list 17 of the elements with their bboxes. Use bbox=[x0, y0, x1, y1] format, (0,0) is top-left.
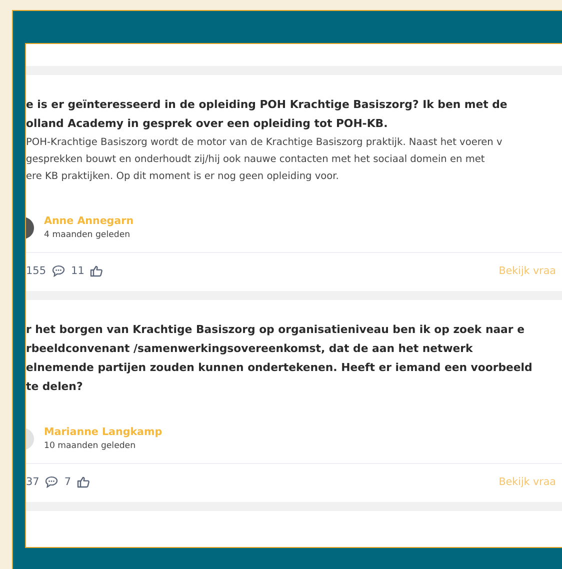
comment-count: 11 bbox=[71, 265, 84, 277]
thumbs-up-icon[interactable] bbox=[77, 476, 90, 488]
question-title: r het borgen van Krachtige Basiszorg op organisatieniveau ben ik op zoek naar e rbeeldconvenant /samenwerkingsovereenkomst, dat de aan het netwerk elnemende partijen zouden kunnen ondertekenen. Heeft er iemand een voorbeeld te delen? bbox=[26, 322, 534, 395]
view-count: 155 bbox=[26, 265, 46, 277]
question-title: e is er geïnteresseerd in de opleiding POH Krachtige Basiszorg? Ik ben met de olland Academy in gesprek over een opleiding tot POH-KB. bbox=[26, 97, 508, 132]
comment-count: 7 bbox=[64, 476, 72, 488]
view-question-link[interactable]: Bekijk vraa bbox=[498, 476, 556, 488]
view-question-link[interactable]: Bekijk vraa bbox=[498, 265, 556, 277]
post-time: 10 maanden geleden bbox=[44, 441, 137, 451]
comment-icon bbox=[45, 476, 58, 488]
view-count: 37 bbox=[26, 476, 40, 488]
author-name[interactable]: Anne Annegarn bbox=[44, 215, 134, 227]
comment-icon bbox=[52, 265, 66, 277]
author-name[interactable]: Marianne Langkamp bbox=[44, 426, 162, 438]
question-text: POH-Krachtige Basiszorg wordt de motor van de Krachtige Basiszorg praktijk. Naast het voeren v gesprekken bouwt en onderhoudt zij/hij ook nauwe contacten met het sociaal domein en met ere KB praktijken. Op dit moment is er nog geen opleiding voor. bbox=[26, 136, 504, 184]
post-time: 4 maanden geleden bbox=[44, 230, 132, 240]
thumbs-up-icon[interactable] bbox=[90, 265, 104, 277]
